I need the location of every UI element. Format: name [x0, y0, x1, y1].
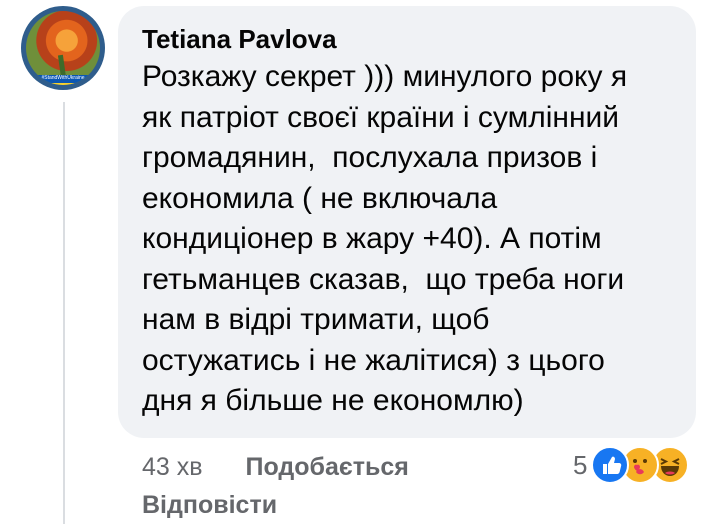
like-icon [591, 446, 630, 484]
comment-text: Розкажу секрет ))) минулого року я як па… [142, 60, 628, 417]
comment-time[interactable]: 43 хв [142, 453, 203, 481]
thread-line [63, 102, 65, 524]
like-button[interactable]: Подобається [246, 453, 409, 481]
comment-author[interactable]: Tetiana Pavlova [142, 22, 670, 56]
comment-bubble: Tetiana Pavlova Розкажу секрет ))) минул… [118, 6, 696, 438]
comment-meta: 43 хв Подобається [142, 450, 409, 484]
reactions-count: 5 [573, 449, 588, 480]
avatar-badge: #StandWithUkraine [26, 75, 100, 85]
avatar-image: #StandWithUkraine [26, 11, 100, 85]
reply-button[interactable]: Відповісти [142, 488, 277, 522]
avatar[interactable]: #StandWithUkraine [21, 6, 105, 90]
reactions-summary[interactable]: 5 [573, 446, 690, 484]
